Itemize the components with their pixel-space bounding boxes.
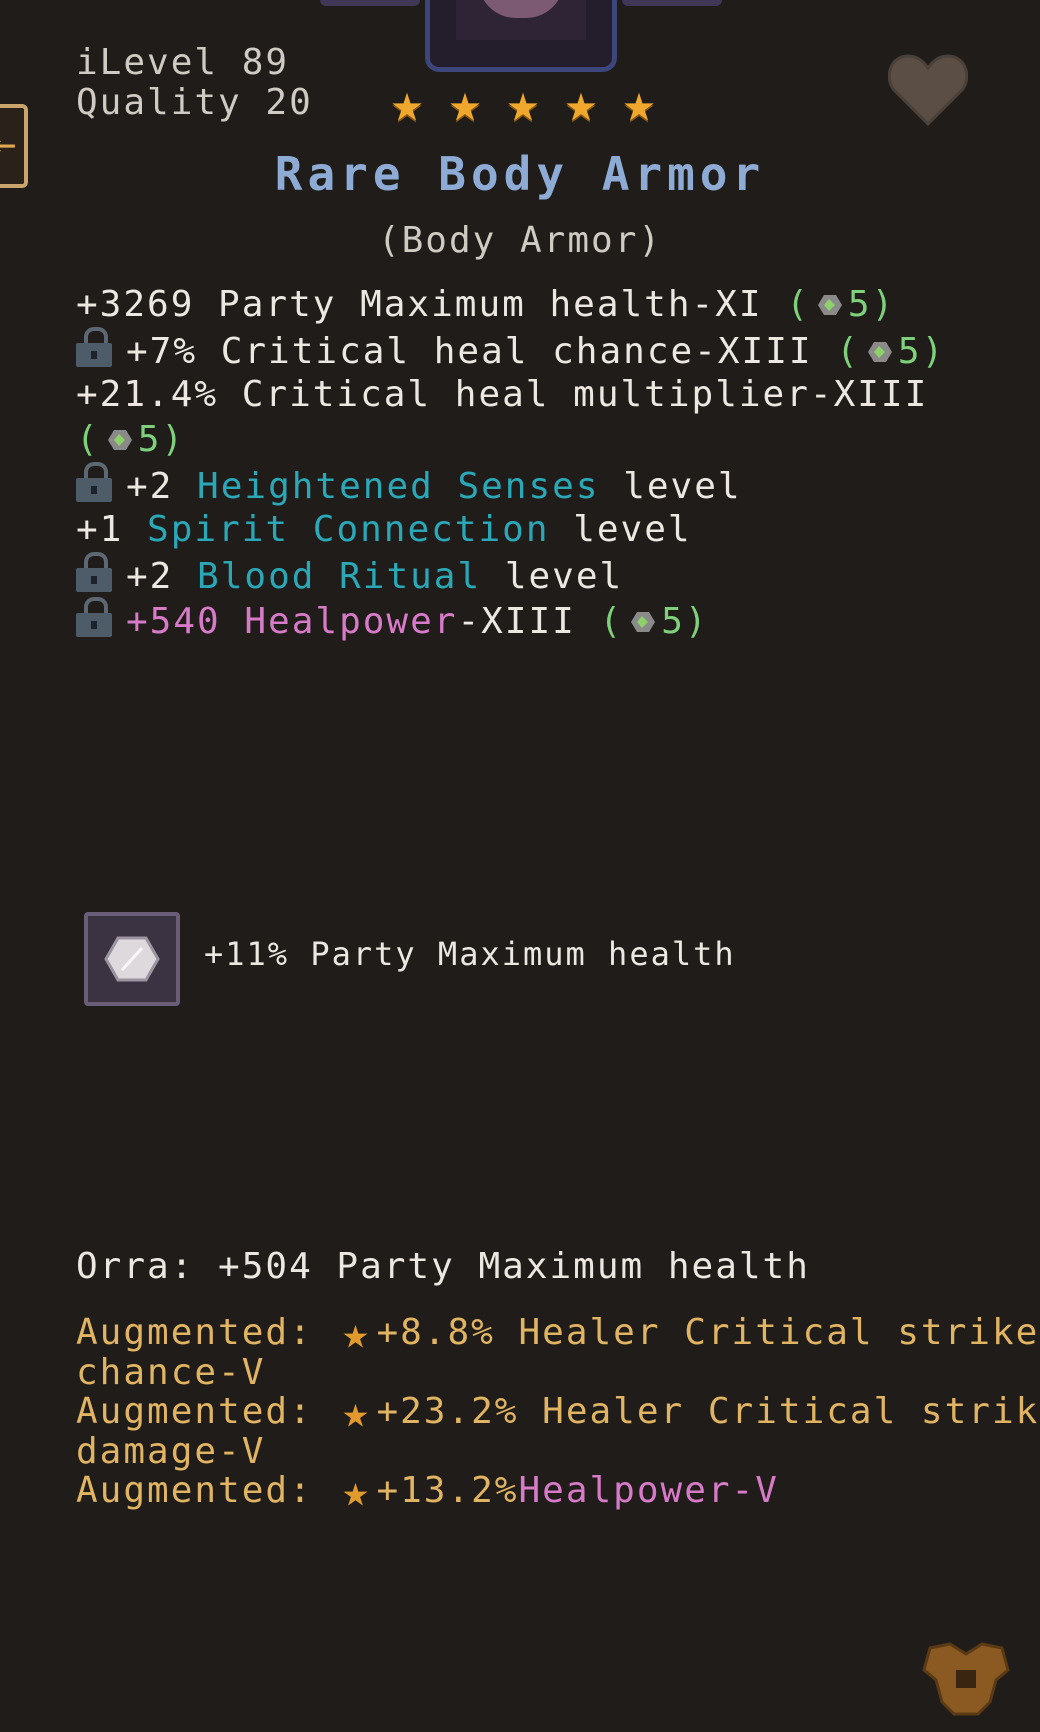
lock-icon[interactable] bbox=[76, 552, 112, 592]
helmet-icon[interactable] bbox=[920, 1640, 1012, 1720]
skill-line: +2 Blood Ritual level bbox=[76, 552, 623, 599]
star-icon: ★ bbox=[342, 1466, 371, 1517]
gem-count: (5) bbox=[76, 419, 186, 460]
gem-icon bbox=[867, 342, 892, 362]
item-level: iLevel 89 bbox=[76, 42, 290, 83]
item-type: (Body Armor) bbox=[377, 220, 663, 261]
gem-icon bbox=[631, 612, 656, 632]
healpower-value: +540 Healpower bbox=[126, 601, 458, 642]
star-icon: ★ bbox=[342, 1387, 371, 1438]
star-icon: ★ bbox=[564, 71, 598, 134]
star-icon: ★ bbox=[342, 1308, 371, 1359]
gem-socket[interactable] bbox=[84, 912, 180, 1006]
item-frame-wing-left bbox=[320, 0, 420, 6]
star-icon: ★ bbox=[622, 71, 656, 134]
heart-icon[interactable] bbox=[888, 50, 968, 126]
star-icon: ★ bbox=[506, 71, 540, 134]
skill-name[interactable]: Spirit Connection bbox=[147, 509, 549, 550]
healpower-line: +540 Healpower-XIII (5) bbox=[76, 597, 709, 644]
item-title: Rare Body Armor bbox=[274, 147, 766, 201]
lock-icon[interactable] bbox=[76, 327, 112, 367]
item-frame-wing-right bbox=[622, 0, 722, 6]
skill-line: +2 Heightened Senses level bbox=[76, 462, 742, 509]
skill-name[interactable]: Heightened Senses bbox=[197, 466, 599, 507]
lock-icon[interactable] bbox=[76, 597, 112, 637]
lock-icon[interactable] bbox=[76, 462, 112, 502]
gem-count: (5) bbox=[836, 331, 946, 372]
rarity-stars: ★ ★ ★ ★ ★ bbox=[385, 71, 661, 134]
stat-text: +7% Critical heal chance-XIII bbox=[126, 331, 813, 372]
gem-count: (5) bbox=[599, 601, 709, 642]
skill-name[interactable]: Blood Ritual bbox=[197, 556, 481, 597]
star-icon: ★ bbox=[390, 71, 424, 134]
socket-bonus: +11% Party Maximum health bbox=[204, 935, 736, 973]
star-icon: ★ bbox=[448, 71, 482, 134]
stat-line: +3269 Party Maximum health-XI (5) bbox=[76, 282, 895, 327]
stat-text: +3269 Party Maximum health-XI bbox=[76, 284, 763, 325]
augment-line: Augmented: ★ +13.2%Healpower-V bbox=[76, 1466, 779, 1517]
item-icon[interactable] bbox=[425, 0, 617, 72]
gem-count: (5) bbox=[786, 284, 896, 325]
stat-line: +21.4% Critical heal multiplier-XIII bbox=[76, 374, 929, 415]
skill-line: +1 Spirit Connection level bbox=[76, 509, 692, 550]
socket-jewel-icon bbox=[104, 936, 160, 982]
stat-line: +7% Critical heal chance-XIII (5) bbox=[76, 327, 945, 374]
gem-icon bbox=[107, 430, 132, 450]
aura-line: Orra: +504 Party Maximum health bbox=[76, 1246, 810, 1287]
gem-icon bbox=[817, 295, 842, 315]
item-quality: Quality 20 bbox=[76, 82, 313, 123]
